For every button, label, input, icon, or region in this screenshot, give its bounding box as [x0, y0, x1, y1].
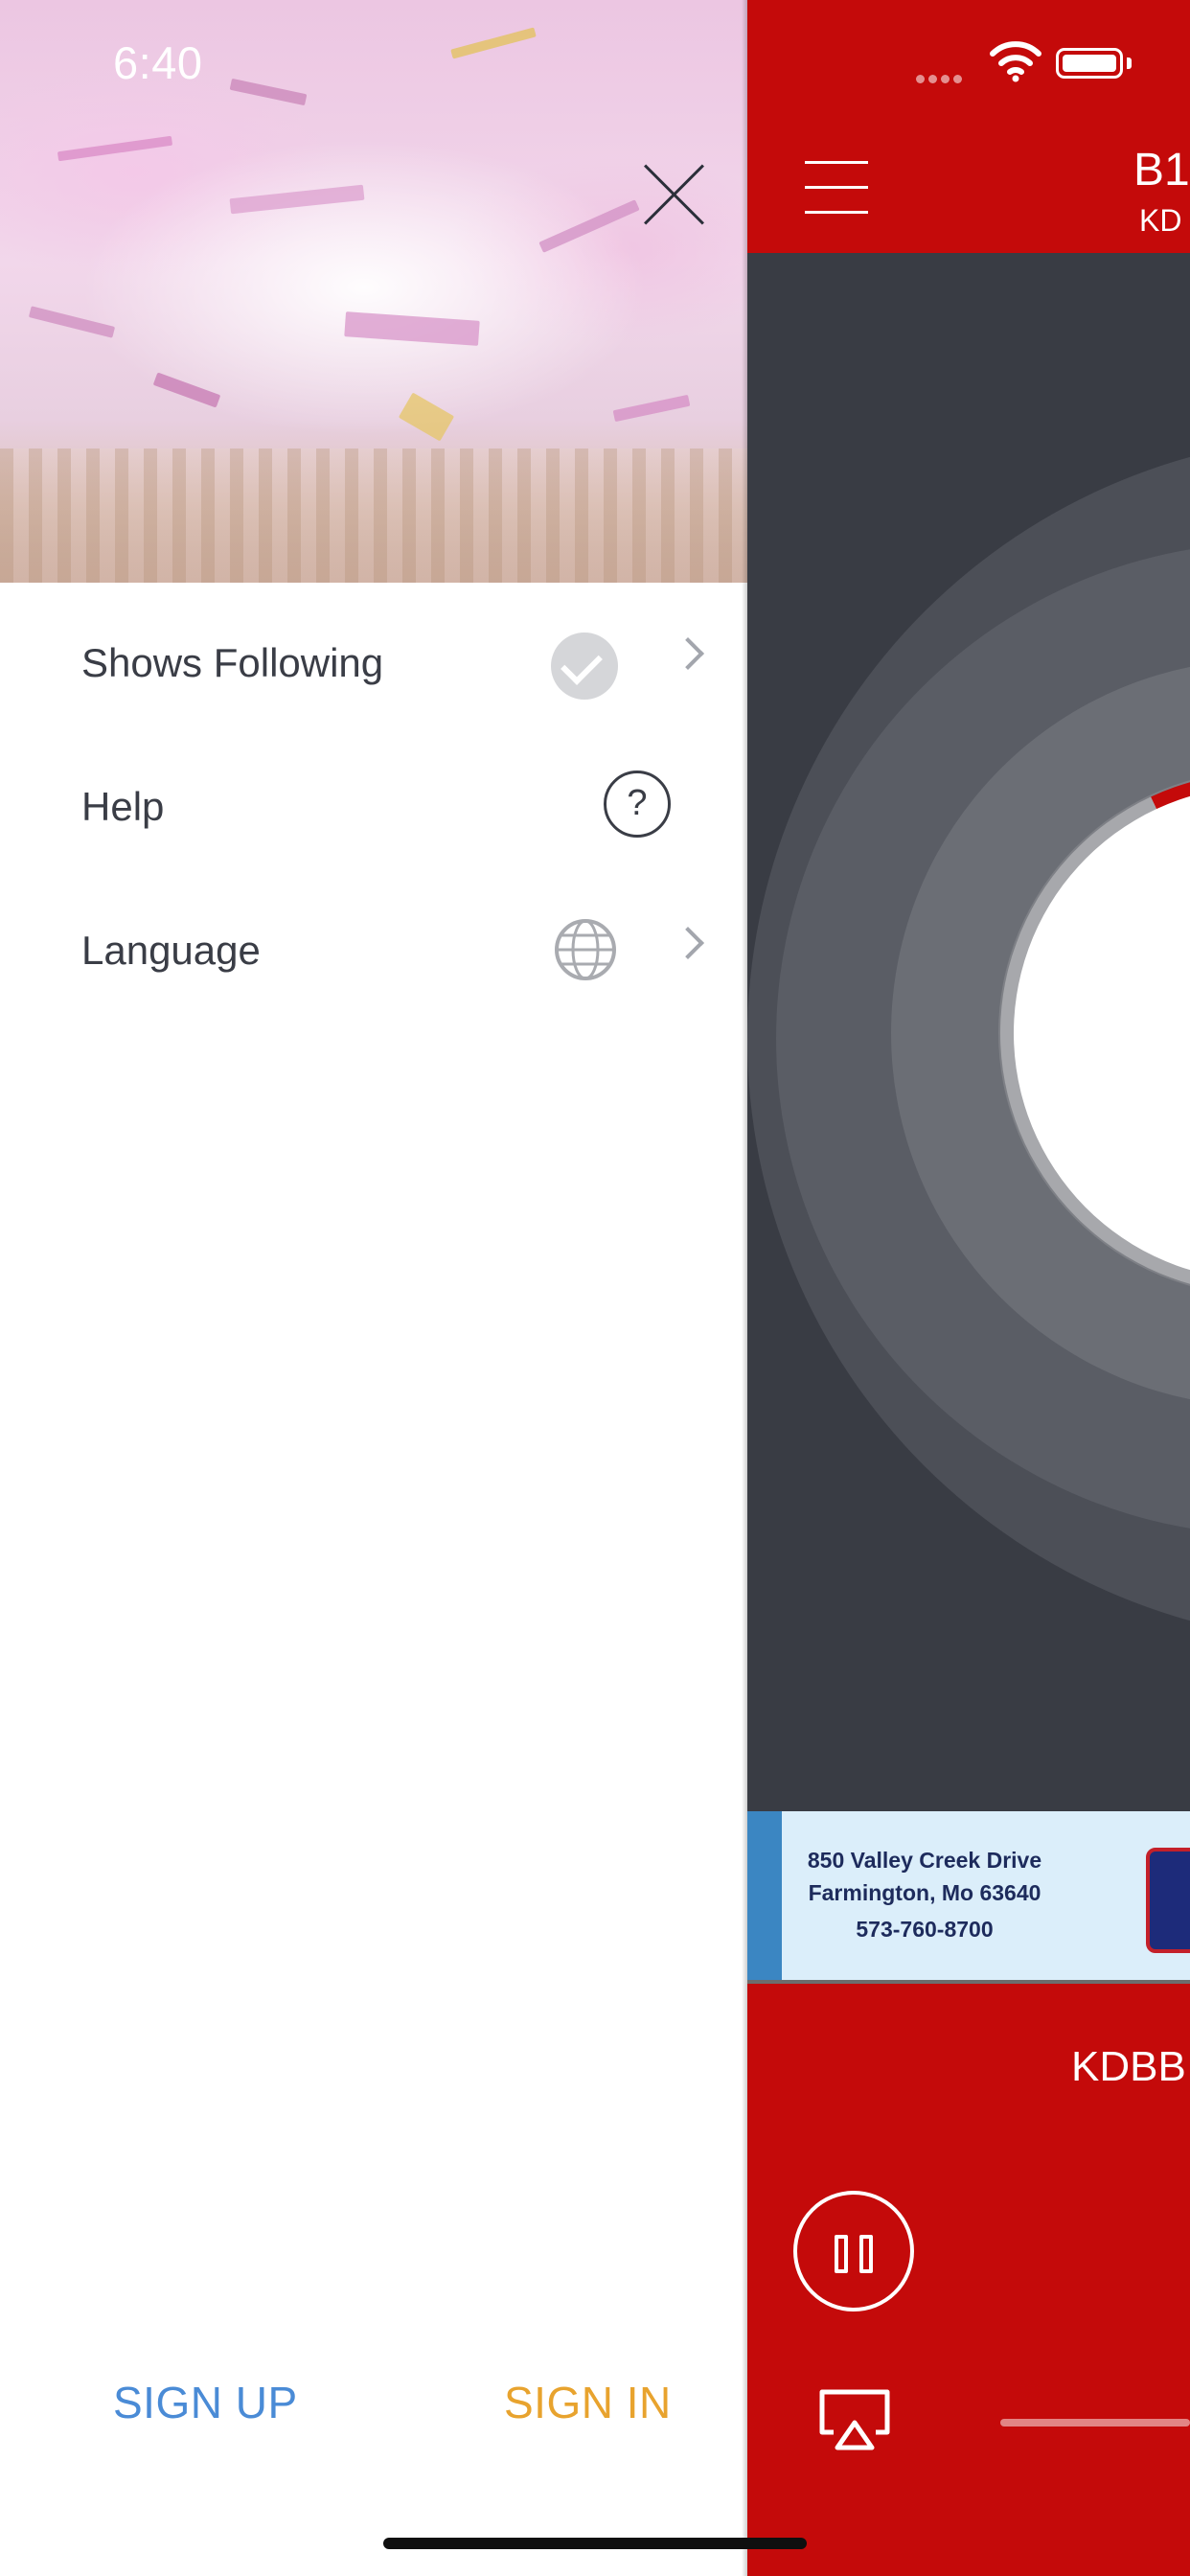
- airplay-icon[interactable]: [816, 2386, 893, 2453]
- status-time: 6:40: [113, 37, 203, 88]
- ad-address-line2: Farmington, Mo 63640: [808, 1880, 1041, 1905]
- confetti: [344, 311, 480, 346]
- battery-icon: [1056, 48, 1123, 79]
- station-subtitle: KD: [1139, 203, 1182, 238]
- confetti: [229, 184, 365, 215]
- drawer-hero-image: 6:40: [0, 0, 747, 583]
- wifi-icon: [990, 41, 1041, 82]
- confetti: [229, 78, 308, 106]
- confetti: [612, 394, 691, 423]
- ad-address-line1: 850 Valley Creek Drive: [807, 1848, 1042, 1873]
- sign-up-button[interactable]: SIGN UP: [113, 2377, 298, 2428]
- menu-item-help[interactable]: Help ?: [0, 746, 747, 870]
- battery-tip: [1127, 58, 1132, 69]
- ad-logo: [1146, 1848, 1190, 1953]
- hamburger-menu-icon[interactable]: [805, 161, 868, 215]
- ad-phone: 573-760-8700: [856, 1917, 994, 1942]
- confetti: [57, 135, 173, 162]
- menu-item-label: Language: [81, 928, 261, 973]
- confetti: [398, 392, 455, 442]
- question-circle-icon: ?: [604, 770, 671, 838]
- home-indicator: [383, 2538, 807, 2549]
- advertisement-banner[interactable]: 850 Valley Creek Drive Farmington, Mo 63…: [747, 1811, 1190, 1984]
- menu-item-shows-following[interactable]: Shows Following: [0, 602, 747, 726]
- pause-button[interactable]: [793, 2191, 914, 2312]
- volume-slider[interactable]: [1000, 2419, 1190, 2426]
- confetti: [538, 199, 640, 253]
- status-icons: [747, 40, 1190, 83]
- confetti: [450, 27, 537, 59]
- close-drawer-button[interactable]: [640, 161, 707, 228]
- now-playing-station: KDBB: [1071, 2043, 1186, 2090]
- side-drawer: 6:40 Shows Following Help ? Language SIG: [0, 0, 747, 2576]
- ad-stripe: [747, 1811, 782, 1980]
- chevron-right-icon: [672, 927, 704, 959]
- cellular-signal-icon: [916, 71, 966, 88]
- crowd-silhouette: [0, 448, 747, 583]
- station-title: B10: [1133, 145, 1190, 196]
- menu-item-label: Shows Following: [81, 640, 384, 685]
- confetti: [152, 372, 221, 408]
- player-screen: B10 KD 850 Valley Creek Drive Farmington…: [747, 0, 1190, 2576]
- check-circle-icon: [551, 632, 618, 700]
- globe-icon: [555, 919, 616, 980]
- menu-item-language[interactable]: Language: [0, 889, 747, 1014]
- menu-item-label: Help: [81, 784, 165, 829]
- chevron-right-icon: [672, 637, 704, 670]
- sign-in-button[interactable]: SIGN IN: [504, 2377, 672, 2428]
- artwork-stage: [747, 253, 1190, 1811]
- app-screen: 6:40 Shows Following Help ? Language SIG: [0, 0, 1190, 2576]
- confetti: [28, 306, 116, 338]
